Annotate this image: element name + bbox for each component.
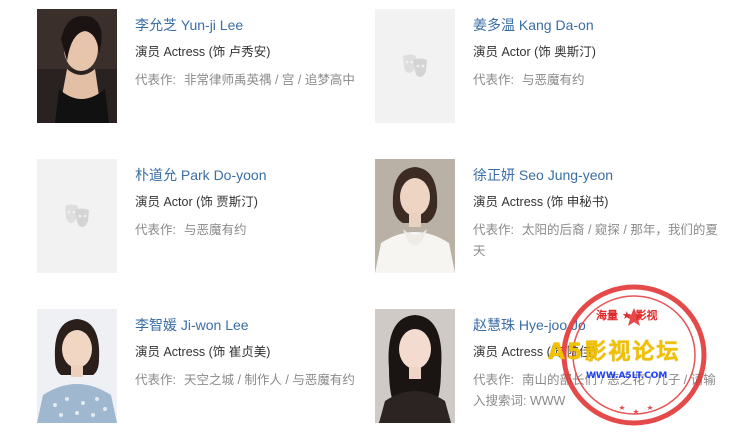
actor-role: 演员 Actor (饰 奥斯汀)	[473, 45, 596, 59]
theater-mask-icon	[65, 204, 89, 227]
cast-card: 李允芝 Yun-ji Lee 演员 Actress (饰 卢秀安) 代表作: 非常…	[37, 9, 387, 127]
representative-works: 代表作: 非常律师禹英禑 / 宫 / 追梦高中	[135, 70, 385, 91]
cast-card: 赵慧珠 Hye-joo Jo 演员 Actress (饰 陆佳) 代表作: 南山的…	[375, 309, 725, 427]
actor-photo-placeholder[interactable]	[375, 9, 455, 123]
actor-role: 演员 Actor (饰 贾斯汀)	[135, 195, 258, 209]
works-list[interactable]: 非常律师禹英禑 / 宫 / 追梦高中	[184, 73, 355, 87]
works-label: 代表作:	[473, 373, 514, 387]
actor-name-link[interactable]: 徐正妍 Seo Jung-yeon	[473, 165, 723, 185]
cast-card: 徐正妍 Seo Jung-yeon 演员 Actress (饰 申秘书) 代表作…	[375, 159, 725, 277]
actor-photo-placeholder[interactable]	[37, 159, 117, 273]
actor-role: 演员 Actress (饰 卢秀安)	[135, 45, 271, 59]
cast-card: 姜多温 Kang Da-on 演员 Actor (饰 奥斯汀) 代表作: 与恶魔有…	[375, 9, 725, 127]
watermark-main: A5影视论坛	[548, 334, 734, 368]
representative-works: 代表作: 天空之城 / 制作人 / 与恶魔有约	[135, 370, 385, 391]
works-label: 代表作:	[135, 73, 176, 87]
actor-name-link[interactable]: 李允芝 Yun-ji Lee	[135, 15, 385, 35]
actor-photo[interactable]	[375, 309, 455, 423]
actor-photo[interactable]	[37, 309, 117, 423]
representative-works: 代表作: 与恶魔有约	[135, 220, 385, 241]
works-list[interactable]: 与恶魔有约	[522, 73, 585, 87]
works-list[interactable]: 与恶魔有约	[184, 223, 247, 237]
works-label: 代表作:	[473, 223, 514, 237]
actor-photo[interactable]	[37, 9, 117, 123]
watermark-main-text: A5影视论坛	[548, 340, 681, 365]
actor-name-link[interactable]: 朴道允 Park Do-yoon	[135, 165, 385, 185]
works-label: 代表作:	[473, 73, 514, 87]
cast-card: 李智媛 Ji-won Lee 演员 Actress (饰 崔贞美) 代表作: 天空…	[37, 309, 387, 427]
actor-role: 演员 Actress (饰 崔贞美)	[135, 345, 271, 359]
works-label: 代表作:	[135, 373, 176, 387]
cast-card: 朴道允 Park Do-yoon 演员 Actor (饰 贾斯汀) 代表作: 与恶…	[37, 159, 387, 277]
watermark-top-text: 海量 ★ 影视	[596, 309, 658, 322]
works-list[interactable]: 天空之城 / 制作人 / 与恶魔有约	[184, 373, 355, 387]
actor-role: 演员 Actress (饰 申秘书)	[473, 195, 609, 209]
actor-name-link[interactable]: 姜多温 Kang Da-on	[473, 15, 723, 35]
representative-works: 代表作: 太阳的后裔 / 窥探 / 那年，我们的夏天	[473, 220, 723, 262]
actor-name-link[interactable]: 李智媛 Ji-won Lee	[135, 315, 385, 335]
representative-works: 代表作: 与恶魔有约	[473, 70, 723, 91]
theater-mask-icon	[403, 54, 427, 77]
works-label: 代表作:	[135, 223, 176, 237]
actor-photo[interactable]	[375, 159, 455, 273]
watermark-url-text: WWW.A5LT.COM	[586, 371, 668, 381]
